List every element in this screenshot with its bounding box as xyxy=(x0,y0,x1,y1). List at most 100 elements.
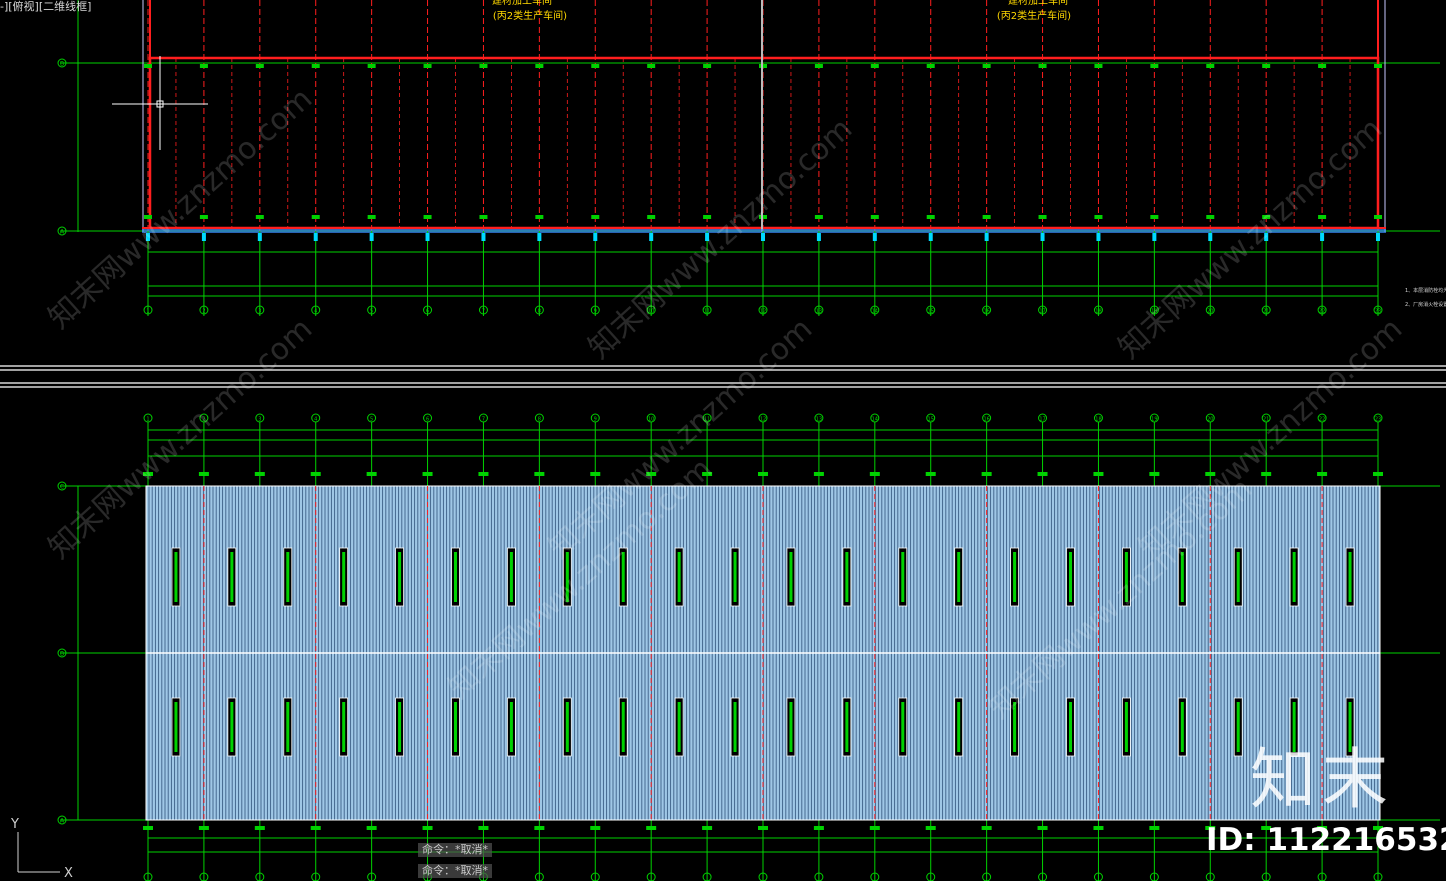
skylight-mark xyxy=(342,552,346,602)
column-tag xyxy=(647,215,656,219)
column-tag xyxy=(1093,826,1104,830)
skylight-mark xyxy=(957,702,961,752)
column-tag xyxy=(535,215,544,219)
skylight-mark xyxy=(789,552,793,602)
column-tag xyxy=(423,215,432,219)
column-tag xyxy=(870,215,879,219)
column-bubble-label: 6 xyxy=(426,309,429,315)
skylight-mark xyxy=(509,552,513,602)
column-post xyxy=(313,233,318,241)
column-tag xyxy=(981,472,992,476)
viewport-label[interactable]: -][俯视][二维线框] xyxy=(0,0,91,14)
column-bubble-label: 20 xyxy=(1207,309,1213,315)
column-post xyxy=(257,233,262,241)
column-bubble-label: 18 xyxy=(1095,309,1101,315)
column-tag xyxy=(198,826,209,830)
skylight-mark xyxy=(230,702,234,752)
watermark-logo: 知末 xyxy=(1250,741,1394,818)
column-bubble-label: 14 xyxy=(872,417,878,423)
skylight-mark xyxy=(174,702,178,752)
upper-title-left: 建材加工车间 xyxy=(492,0,552,7)
skylight-mark xyxy=(901,702,905,752)
column-bubble-label: 8 xyxy=(538,309,541,315)
axis-bubble-label: C xyxy=(60,484,64,491)
column-bubble-label: 16 xyxy=(983,417,989,423)
column-bubble-label: 20 xyxy=(1207,417,1213,423)
column-tag xyxy=(925,826,936,830)
watermark-id: ID: 1122165324 xyxy=(1206,822,1446,858)
skylight-mark xyxy=(1069,552,1072,602)
cad-drawing-canvas[interactable]: BA1 2 3 4 5 6 7 8 9 10 11 12 13 14 15 16 17 18 19 20 21 22 23建… xyxy=(0,0,1446,881)
column-bubble-label: 4 xyxy=(314,417,317,423)
skylight-mark xyxy=(230,552,234,602)
column-tag xyxy=(982,215,991,219)
skylight-mark xyxy=(398,702,402,752)
column-post xyxy=(481,233,486,241)
column-post xyxy=(816,233,821,241)
column-bubble-label: 7 xyxy=(482,417,485,423)
skylight-mark xyxy=(1069,702,1072,752)
column-bubble-label: 15 xyxy=(928,309,934,315)
wall-strip xyxy=(142,229,1386,233)
upper-subtitle-left: (丙2类生产车间) xyxy=(493,9,567,22)
column-tag xyxy=(144,64,152,68)
column-tag xyxy=(1150,64,1159,68)
column-post xyxy=(593,233,598,241)
skylight-mark xyxy=(957,552,961,602)
column-tag xyxy=(1318,64,1327,68)
column-bubble-label: 23 xyxy=(1375,417,1381,423)
column-tag xyxy=(590,826,601,830)
column-tag xyxy=(366,472,377,476)
column-post xyxy=(369,233,374,241)
column-tag xyxy=(869,826,880,830)
axis-bubble-label: B xyxy=(60,61,64,68)
column-tag xyxy=(813,826,824,830)
skylight-mark xyxy=(677,552,681,602)
column-tag xyxy=(367,215,376,219)
column-bubble-label: 23 xyxy=(1375,309,1381,315)
column-tag xyxy=(311,64,320,68)
column-tag xyxy=(590,472,601,476)
column-tag xyxy=(869,472,880,476)
column-bubble-label: 9 xyxy=(594,309,597,315)
column-tag xyxy=(255,64,264,68)
column-tag xyxy=(534,472,545,476)
column-tag xyxy=(1317,472,1328,476)
column-tag xyxy=(1037,826,1048,830)
skylight-mark xyxy=(454,702,457,752)
skylight-mark xyxy=(342,702,346,752)
skylight-mark xyxy=(789,702,793,752)
skylight-mark xyxy=(565,702,569,752)
column-bubble-label: 21 xyxy=(1263,309,1269,315)
upper-title-right: 建材加工车间 xyxy=(1008,0,1068,7)
skylight-mark xyxy=(621,702,625,752)
column-tag xyxy=(926,64,935,68)
column-bubble-label: 13 xyxy=(816,309,822,315)
column-tag xyxy=(814,215,823,219)
column-tag xyxy=(1374,215,1382,219)
column-bubble-label: 15 xyxy=(928,417,934,423)
column-post xyxy=(201,233,206,241)
column-tag xyxy=(758,472,768,476)
column-tag xyxy=(1150,215,1159,219)
crosshair-cursor xyxy=(112,56,208,150)
skylight-mark xyxy=(286,552,290,602)
column-tag xyxy=(422,826,433,830)
column-tag xyxy=(926,215,935,219)
skylight-mark xyxy=(286,702,290,752)
command-history-line: 命令：*取消* xyxy=(418,864,492,878)
column-bubble-label: 9 xyxy=(594,417,597,423)
column-tag xyxy=(870,64,879,68)
axis-bubble-label: B xyxy=(60,651,64,658)
skylight-mark xyxy=(1180,702,1184,752)
column-post xyxy=(1208,233,1213,241)
column-tag xyxy=(423,64,432,68)
column-tag xyxy=(1149,826,1160,830)
column-tag xyxy=(647,64,656,68)
column-tag xyxy=(703,64,712,68)
note-line: 2、厂房消火栓设置... xyxy=(1405,301,1446,308)
column-tag xyxy=(479,215,488,219)
skylight-mark xyxy=(901,552,905,602)
skylight-mark xyxy=(733,552,737,602)
skylight-mark xyxy=(845,702,849,752)
